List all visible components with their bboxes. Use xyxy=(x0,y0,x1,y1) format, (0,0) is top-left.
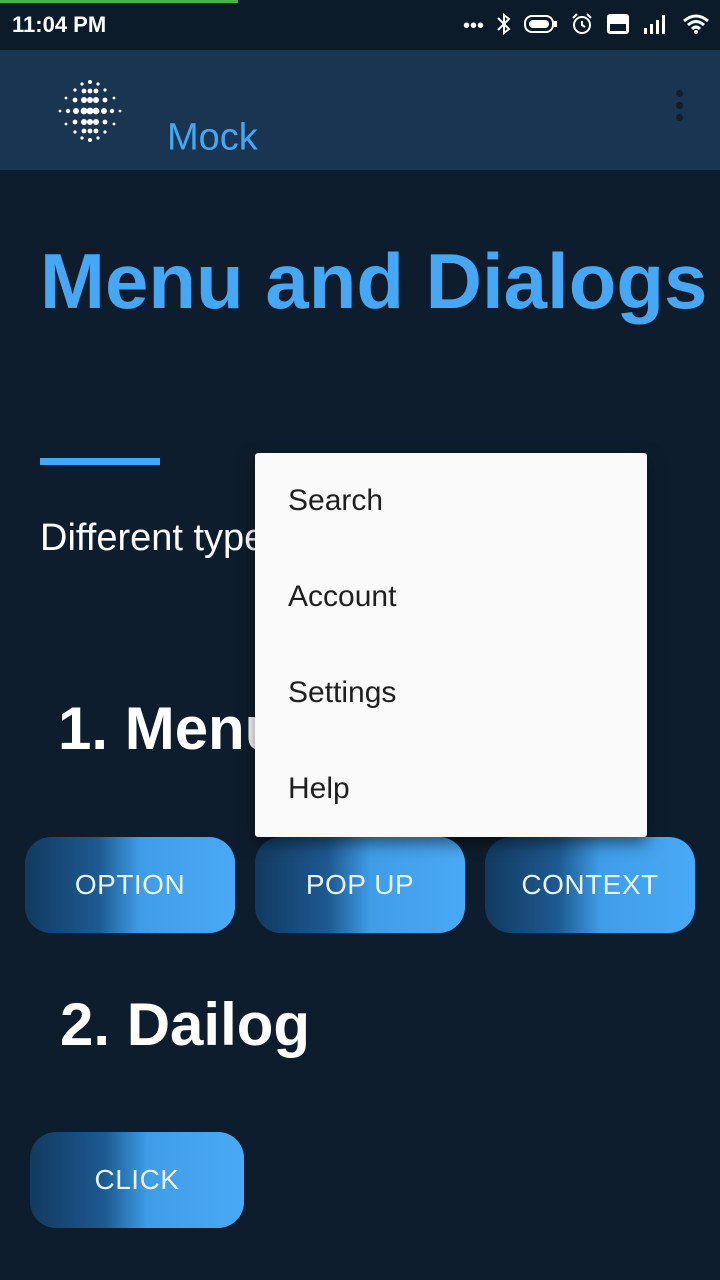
context-button[interactable]: CONTEXT xyxy=(485,837,695,933)
popup-button[interactable]: POP UP xyxy=(255,837,465,933)
alarm-icon xyxy=(570,12,594,40)
menu-item-help[interactable]: Help xyxy=(255,741,647,837)
signal-icon xyxy=(642,13,670,39)
loading-indicator xyxy=(0,0,238,3)
status-time: 11:04 PM xyxy=(12,12,107,37)
status-icons: ••• xyxy=(463,10,710,42)
status-bar: 11:04 PM ••• xyxy=(0,0,720,50)
wifi-icon xyxy=(682,13,710,39)
dots-logo-icon xyxy=(55,76,125,146)
page-title-text: Menu and Dialogs xyxy=(40,237,708,325)
more-dots-icon: ••• xyxy=(462,15,484,37)
popup-menu: Search Account Settings Help xyxy=(255,453,647,837)
title-underline xyxy=(40,458,160,465)
bluetooth-icon xyxy=(496,12,512,40)
app-bar: Mock xyxy=(0,50,720,170)
more-vert-icon[interactable] xyxy=(672,90,686,130)
volte-icon xyxy=(606,13,630,39)
battery-icon xyxy=(524,14,558,38)
section-menu-heading: 1. Menu xyxy=(58,695,282,762)
menu-item-settings[interactable]: Settings xyxy=(255,645,647,741)
app-title: Mock xyxy=(167,116,258,159)
section-dialog-heading: 2. Dailog xyxy=(60,991,311,1058)
menu-item-account[interactable]: Account xyxy=(255,549,647,645)
click-button[interactable]: CLICK xyxy=(30,1132,244,1228)
page-title: Menu and Dialogs xyxy=(40,225,707,337)
option-button[interactable]: OPTION xyxy=(25,837,235,933)
menu-item-search[interactable]: Search xyxy=(255,453,647,549)
